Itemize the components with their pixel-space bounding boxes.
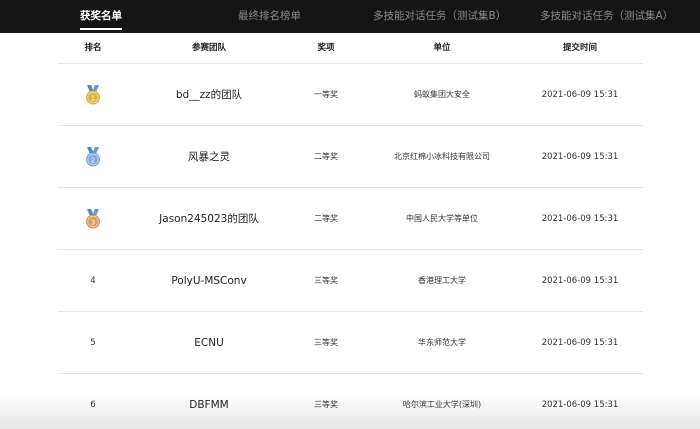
table-row: 5 ECNU 三等奖 华东师范大学 2021-06-09 15:31	[58, 312, 643, 374]
submit-time-cell: 2021-06-09 15:31	[541, 214, 619, 224]
organization-cell: 哈尔滨工业大学(深圳)	[402, 400, 482, 409]
gold-medal-icon: 1	[86, 85, 100, 105]
award-cell: 三等奖	[314, 338, 338, 347]
team-name-cell: Jason245023的团队	[159, 213, 259, 225]
medal-rank-number: 3	[91, 218, 95, 226]
tab-label: 多技能对话任务（测试集A）	[540, 10, 674, 22]
table-body: 1 bd__zz的团队 一等奖 蚂蚁集团大安全 2021-06-09 15:31…	[58, 64, 643, 429]
table-row: 1 bd__zz的团队 一等奖 蚂蚁集团大安全 2021-06-09 15:31	[58, 64, 643, 126]
award-cell: 三等奖	[314, 276, 338, 285]
table-row: 3 Jason245023的团队 二等奖 中国人民大学等单位 2021-06-0…	[58, 188, 643, 250]
medal-rank-number: 2	[91, 156, 95, 164]
medal-rank-number: 1	[91, 94, 95, 102]
organization-cell: 北京红棉小冰科技有限公司	[394, 152, 490, 161]
tab-label: 获奖名单	[80, 10, 122, 22]
organization-cell: 蚂蚁集团大安全	[414, 90, 470, 99]
tab-test-set-a[interactable]: 多技能对话任务（测试集A）	[540, 0, 673, 33]
table-row: 6 DBFMM 三等奖 哈尔滨工业大学(深圳) 2021-06-09 15:31	[58, 374, 643, 429]
submit-time-cell: 2021-06-09 15:31	[541, 338, 619, 348]
submit-time-cell: 2021-06-09 15:31	[541, 400, 619, 410]
column-header-org: 单位	[433, 43, 451, 53]
bronze-medal-icon: 3	[86, 209, 100, 229]
active-tab-indicator	[80, 28, 122, 30]
submit-time-cell: 2021-06-09 15:31	[541, 276, 619, 286]
award-cell: 一等奖	[314, 90, 338, 99]
column-header-team: 参赛团队	[191, 43, 227, 53]
submit-time-cell: 2021-06-09 15:31	[541, 152, 619, 162]
rank-cell: 4	[90, 276, 96, 286]
tab-test-set-b[interactable]: 多技能对话任务（测试集B）	[373, 0, 506, 33]
tab-bar: 获奖名单 最终排名榜单 多技能对话任务（测试集B） 多技能对话任务（测试集A）	[0, 0, 700, 33]
award-cell: 二等奖	[314, 214, 338, 223]
rank-cell: 5	[90, 338, 96, 348]
team-name-cell: PolyU-MSConv	[171, 275, 247, 287]
table-row: 2 风暴之灵 二等奖 北京红棉小冰科技有限公司 2021-06-09 15:31	[58, 126, 643, 188]
organization-cell: 中国人民大学等单位	[406, 214, 478, 223]
tab-final-ranking[interactable]: 最终排名榜单	[238, 0, 301, 33]
rank-cell: 6	[90, 400, 96, 410]
column-header-award: 奖项	[317, 43, 335, 53]
award-table: 排名 参赛团队 奖项 单位 提交时间 1 bd__zz的团队 一等奖 蚂蚁集团大…	[58, 33, 643, 429]
column-header-rank: 排名	[84, 43, 102, 53]
organization-cell: 华东师范大学	[418, 338, 466, 347]
award-cell: 三等奖	[314, 400, 338, 409]
team-name-cell: 风暴之灵	[188, 151, 230, 163]
team-name-cell: ECNU	[194, 337, 224, 349]
column-header-time: 提交时间	[562, 43, 598, 53]
tab-label: 最终排名榜单	[238, 10, 301, 22]
team-name-cell: DBFMM	[189, 399, 229, 411]
table-row: 4 PolyU-MSConv 三等奖 香港理工大学 2021-06-09 15:3…	[58, 250, 643, 312]
tab-label: 多技能对话任务（测试集B）	[373, 10, 507, 22]
silver-medal-icon: 2	[86, 147, 100, 167]
submit-time-cell: 2021-06-09 15:31	[541, 90, 619, 100]
table-header: 排名 参赛团队 奖项 单位 提交时间	[58, 33, 643, 64]
team-name-cell: bd__zz的团队	[175, 89, 243, 101]
tab-award-list[interactable]: 获奖名单	[80, 0, 122, 33]
organization-cell: 香港理工大学	[418, 276, 466, 285]
award-cell: 二等奖	[314, 152, 338, 161]
